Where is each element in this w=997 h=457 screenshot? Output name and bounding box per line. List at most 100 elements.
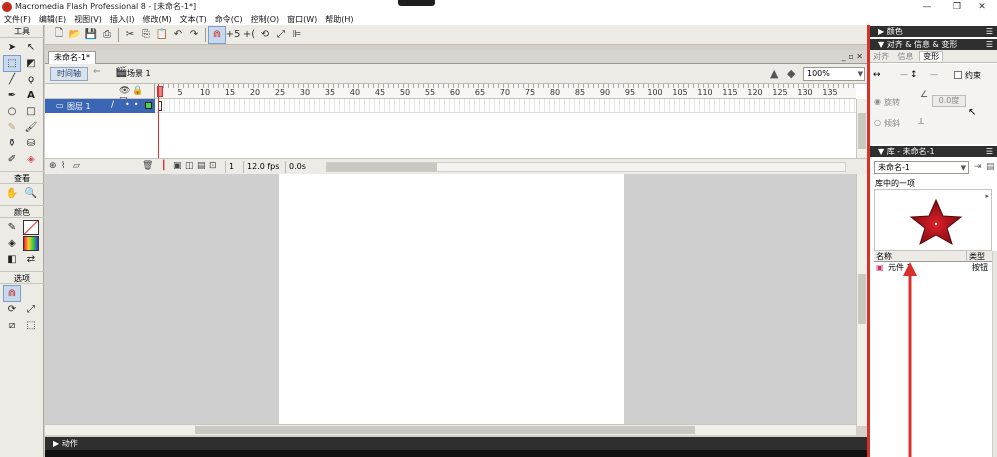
height-field[interactable]: — <box>930 70 938 79</box>
tab-align[interactable]: 对齐 <box>870 52 892 61</box>
layer-visibility-lock-dots[interactable]: •• <box>125 100 142 109</box>
ink-bottle-tool-icon[interactable]: ⚱ <box>4 136 20 151</box>
eyedropper-tool-icon[interactable]: ✐ <box>4 152 20 167</box>
stage-work-area[interactable] <box>45 174 856 424</box>
redo-icon[interactable]: ↷ <box>186 27 202 43</box>
rotate-skew-option-icon[interactable]: ⟳ <box>4 302 20 317</box>
skew-radio[interactable]: ○ <box>874 118 881 127</box>
scale-option-icon[interactable]: ⤢ <box>23 302 39 317</box>
menu-file[interactable]: 文件(F) <box>0 14 35 25</box>
constrain-checkbox[interactable] <box>954 71 962 79</box>
menu-modify[interactable]: 修改(M) <box>138 14 175 25</box>
edit-multiple-frames-icon[interactable]: ▤ <box>197 161 206 171</box>
oval-tool-icon[interactable]: ○ <box>4 104 20 119</box>
library-document-select[interactable]: 未命名-1 ▼ <box>874 161 969 174</box>
timeline-toggle-button[interactable]: 时间轴 <box>50 67 88 81</box>
library-panel-header[interactable]: ▼ 库 - 未命名-1 ☰ <box>870 146 997 157</box>
subselection-tool-icon[interactable]: ↖ <box>23 40 39 55</box>
eraser-tool-icon[interactable]: ◈ <box>23 152 39 167</box>
layer-row-selected[interactable]: ▭ 图层 1 / •• <box>45 99 155 113</box>
menu-view[interactable]: 视图(V) <box>70 14 106 25</box>
document-window-controls[interactable]: _ ▫ ✕ <box>842 50 863 63</box>
fill-color-icon[interactable]: ◈ <box>4 236 20 251</box>
timeline-horizontal-scrollbar[interactable] <box>326 162 846 172</box>
rotate-value[interactable]: 0.0度 <box>932 95 966 107</box>
stage-canvas[interactable] <box>279 174 624 424</box>
column-name[interactable]: 名称 <box>876 251 892 262</box>
actions-panel-header[interactable]: ▶ 动作 <box>45 437 867 450</box>
snap-to-objects-icon[interactable]: ⋒ <box>3 285 21 302</box>
zoom-select[interactable]: 100% ▼ <box>803 67 865 81</box>
smooth-icon[interactable]: +5 <box>225 27 241 43</box>
lasso-tool-icon[interactable]: ϙ <box>23 72 39 87</box>
align-icon[interactable]: ⊫ <box>289 27 305 43</box>
stroke-color-icon[interactable]: ✎ <box>4 220 20 235</box>
fill-transform-tool-icon[interactable]: ◩ <box>23 56 39 71</box>
swap-colors-icon[interactable]: ⇄ <box>23 252 39 267</box>
panel-menu-icon[interactable]: ☰ <box>986 146 993 157</box>
snap-magnet-icon[interactable]: ⋒ <box>208 25 226 44</box>
layer-outline-color-swatch[interactable] <box>145 102 152 109</box>
rectangle-tool-icon[interactable]: □ <box>23 104 39 119</box>
menu-help[interactable]: 帮助(H) <box>321 14 357 25</box>
modify-onion-markers-icon[interactable]: ⊡ <box>209 161 217 171</box>
zoom-tool-icon[interactable]: 🔍 <box>23 186 39 201</box>
window-grab-handle[interactable] <box>398 0 435 6</box>
copy-icon[interactable]: ⎘ <box>138 27 154 43</box>
text-tool-icon[interactable]: A <box>23 88 39 103</box>
undo-icon[interactable]: ↶ <box>170 27 186 43</box>
onion-skin-icon[interactable]: ▣ <box>173 161 182 171</box>
line-tool-icon[interactable]: ╱ <box>4 72 20 87</box>
add-folder-icon[interactable]: ▱ <box>73 161 80 171</box>
fill-swatch-gradient-icon[interactable] <box>23 236 39 251</box>
menu-insert[interactable]: 插入(I) <box>106 14 139 25</box>
menu-control[interactable]: 控制(O) <box>247 14 284 25</box>
open-file-icon[interactable]: 📂 <box>67 27 83 43</box>
scene-label[interactable]: 场景 1 <box>127 68 151 79</box>
hand-tool-icon[interactable]: ✋ <box>4 186 20 201</box>
library-scrollbar[interactable] <box>992 251 997 457</box>
free-transform-tool-icon[interactable]: ⬚ <box>3 55 21 72</box>
new-file-icon[interactable]: 🗋 <box>51 27 67 43</box>
print-icon[interactable]: ⎙ <box>99 27 115 43</box>
add-guide-layer-icon[interactable]: ⌇ <box>61 161 65 171</box>
edit-symbols-icon[interactable]: ◆ <box>787 67 795 80</box>
onion-skin-outlines-icon[interactable]: ◫ <box>185 161 194 171</box>
width-field[interactable]: — <box>900 70 908 79</box>
close-button[interactable]: ✕ <box>967 0 997 13</box>
pen-tool-icon[interactable]: ✒ <box>4 88 20 103</box>
rotate-radio[interactable]: ◉ <box>874 97 881 106</box>
preview-play-icon[interactable]: ▸ <box>985 192 989 200</box>
center-frame-icon[interactable]: ┃ <box>161 161 166 171</box>
stroke-swatch-none-icon[interactable] <box>23 220 39 235</box>
layer-frames-row[interactable] <box>155 99 856 113</box>
frame-rate-field[interactable]: 12.0 fps <box>243 161 282 173</box>
tab-info[interactable]: 信息 <box>895 52 917 61</box>
stage-vertical-scrollbar[interactable] <box>856 174 867 426</box>
library-row[interactable]: ▣ 元件 1 按钮 <box>874 262 992 273</box>
straighten-icon[interactable]: +( <box>241 27 257 43</box>
save-icon[interactable]: 💾 <box>83 27 99 43</box>
new-library-panel-icon[interactable]: ▤ <box>986 162 995 172</box>
menu-edit[interactable]: 编辑(E) <box>35 14 70 25</box>
edit-scene-icon[interactable]: ▲ <box>770 67 778 80</box>
tab-transform[interactable]: 变形 <box>919 51 944 61</box>
color-panel-header[interactable]: ▶ 颜色 ☰ <box>870 26 997 37</box>
panel-menu-icon[interactable]: ☰ <box>986 39 993 50</box>
menu-window[interactable]: 窗口(W) <box>283 14 321 25</box>
scale-icon[interactable]: ⤢ <box>273 27 289 43</box>
frame-ruler[interactable]: 5 10 15 20 25 30 35 40 45 50 55 60 65 70 75 80 85 90 95 100… <box>155 84 856 99</box>
minimize-button[interactable]: — <box>912 0 942 13</box>
rotate-icon[interactable]: ⟲ <box>257 27 273 43</box>
pencil-tool-icon[interactable]: ✎ <box>4 120 20 135</box>
brush-tool-icon[interactable]: 🖌 <box>23 120 39 135</box>
paint-bucket-tool-icon[interactable]: ⛁ <box>23 136 39 151</box>
stage-horizontal-scrollbar[interactable] <box>45 424 856 435</box>
default-colors-icon[interactable]: ◧ <box>4 252 20 267</box>
back-arrow-icon[interactable]: ⇐ <box>93 67 101 77</box>
selection-tool-icon[interactable]: ➤ <box>4 40 20 55</box>
document-tab[interactable]: 未命名-1* <box>48 51 96 64</box>
distort-option-icon[interactable]: ⧄ <box>4 318 20 333</box>
paste-icon[interactable]: 📋 <box>154 27 170 43</box>
add-layer-icon[interactable]: ⊕ <box>49 161 57 171</box>
